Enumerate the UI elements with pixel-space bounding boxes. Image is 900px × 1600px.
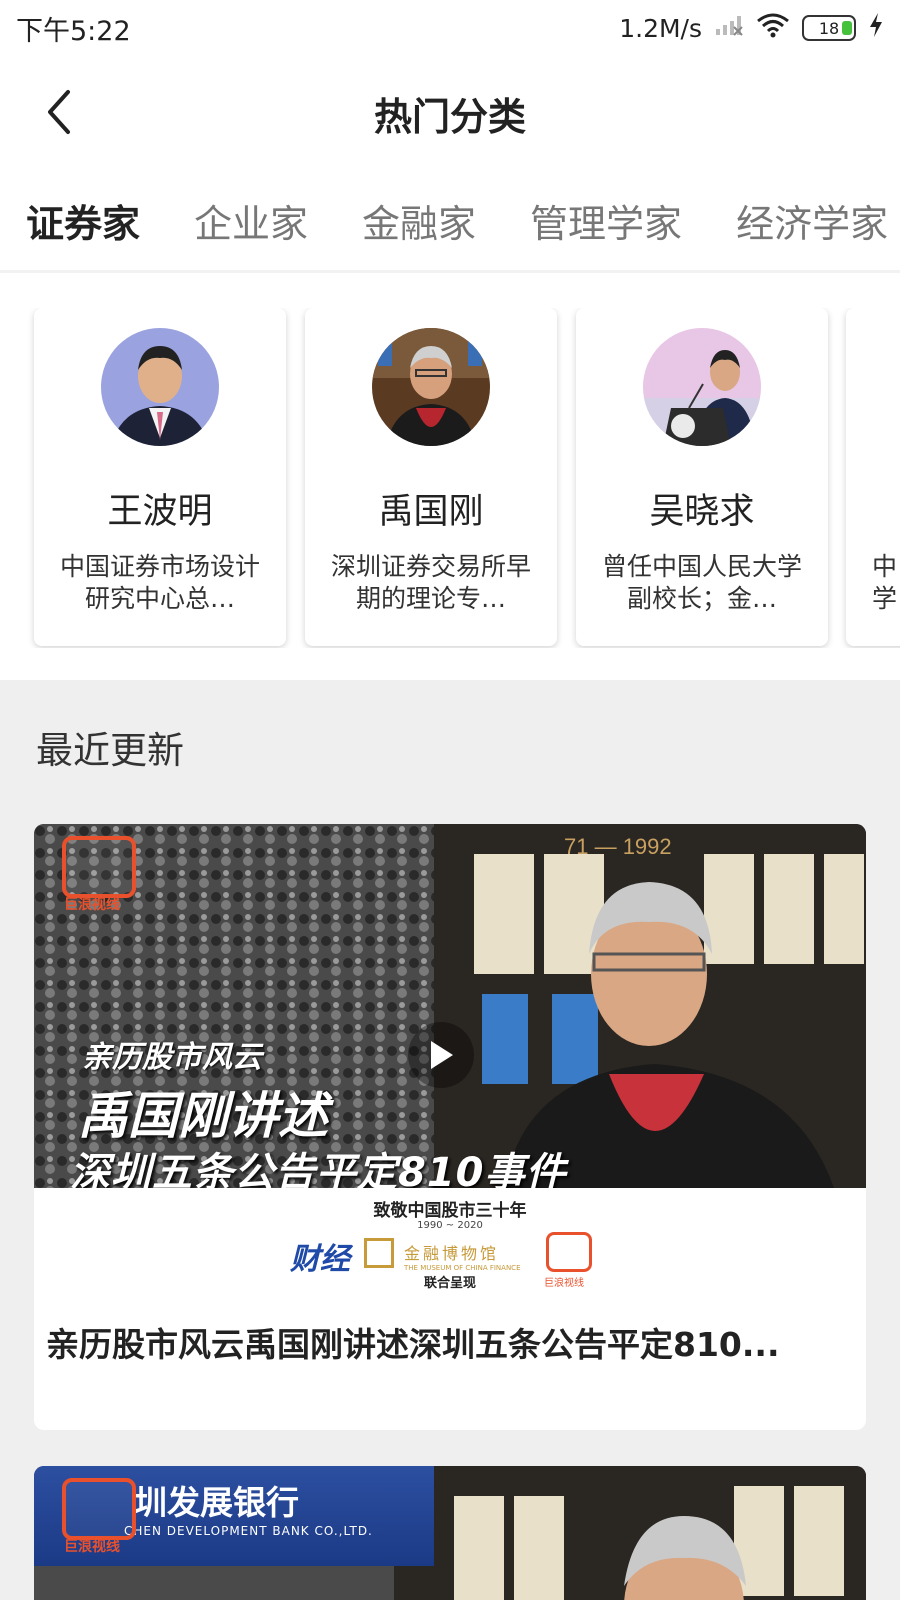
battery-icon: 18 [802,15,856,41]
expert-description: 深圳证券交易所早期的理论专… [330,552,531,613]
overlay-line-2: 禹国刚讲述 [78,1087,328,1145]
video-card[interactable]: 71 — 1992 巨浪视线 亲历股市风云 禹国刚讲述 深圳五条公告平定810事… [34,824,866,1430]
tab-securities[interactable]: 证券家 [26,193,140,248]
expert-card[interactable]: 中学 [846,308,900,646]
expert-card[interactable]: 王波明 中国证券市场设计研究中心总… [34,308,286,646]
battery-level: 18 [818,18,840,38]
banner-title: 致敬中国股市三十年 [373,1201,527,1221]
expert-name: 吴晓求 [649,492,755,532]
tab-economists[interactable]: 经济学家 [736,193,888,248]
expert-card[interactable]: 吴晓求 曾任中国人民大学副校长；金… [576,308,828,646]
brand-logo-icon [62,1478,136,1540]
bank-name-en: CHEN DEVELOPMENT BANK CO.,LTD. [124,1524,373,1538]
status-icons: 1.2M/s 18 [619,12,884,44]
page-title: 热门分类 [373,95,526,139]
overlay-line-1: 亲历股市风云 [82,1040,262,1075]
brand-logo-text: 巨浪视线 [64,897,120,913]
banner-museum: 金融博物馆 [404,1244,500,1263]
expert-description: 曾任中国人民大学副校长；金… [601,552,802,613]
charging-icon [868,12,884,44]
banner-years: 1990 ~ 2020 [417,1220,483,1231]
video-card[interactable]: 圳发展银行 CHEN DEVELOPMENT BANK CO.,LTD. 巨浪视… [34,1466,866,1600]
expert-name: 王波明 [107,492,213,532]
avatar [372,328,490,446]
recent-updates-section: 最近更新 71 — 1992 巨浪视线 亲历股市风云 禹国刚讲述 深圳五条公告平… [0,680,900,1600]
banner-joint: 联合呈现 [423,1276,476,1291]
video-title[interactable]: 亲历股市风云禹国刚讲述深圳五条公告平定810... [46,1318,844,1366]
tab-financiers[interactable]: 金融家 [362,193,476,248]
tab-management[interactable]: 管理学家 [530,193,682,248]
tab-entrepreneurs[interactable]: 企业家 [194,193,308,248]
banner-museum-en: THE MUSEUM OF CHINA FINANCE [404,1264,521,1272]
status-bar: 下午5:22 1.2M/s 18 [0,0,900,56]
avatar [643,328,761,446]
expert-description: 中学 [872,552,898,613]
status-time: 下午5:22 [16,15,131,47]
video-thumbnail[interactable]: 圳发展银行 CHEN DEVELOPMENT BANK CO.,LTD. 巨浪视… [34,1466,866,1600]
header: 热门分类 [0,64,900,160]
wifi-icon [756,12,790,44]
expert-description: 中国证券市场设计研究中心总… [59,552,260,613]
expert-card[interactable]: 禹国刚 深圳证券交易所早期的理论专… [305,308,557,646]
play-button[interactable] [408,1022,474,1088]
thumbnail-banner: 致敬中国股市三十年 1990 ~ 2020 财经 金融博物馆 THE MUSEU… [34,1188,866,1292]
network-speed: 1.2M/s [619,13,702,43]
brand-logo-icon [62,836,136,898]
brand-logo-text: 巨浪视线 [64,1539,120,1555]
museum-logo-icon [364,1238,394,1268]
section-title: 最近更新 [36,729,184,772]
svg-text:71 — 1992: 71 — 1992 [564,834,672,859]
brand-logo-icon [546,1232,592,1272]
category-tabs: 证券家 企业家 金融家 管理学家 经济学家 [0,185,900,255]
bank-name: 圳发展银行 [134,1483,299,1522]
signal-icon [714,13,744,43]
tabs-divider [0,270,900,273]
expert-cards-row[interactable]: 王波明 中国证券市场设计研究中心总… 禹国刚 深圳证券交易所早期的理论专… 吴晓… [0,308,900,648]
expert-name: 禹国刚 [378,492,484,532]
avatar [101,328,219,446]
video-thumbnail[interactable]: 71 — 1992 巨浪视线 亲历股市风云 禹国刚讲述 深圳五条公告平定810事… [34,824,866,1292]
play-icon [431,1041,453,1069]
